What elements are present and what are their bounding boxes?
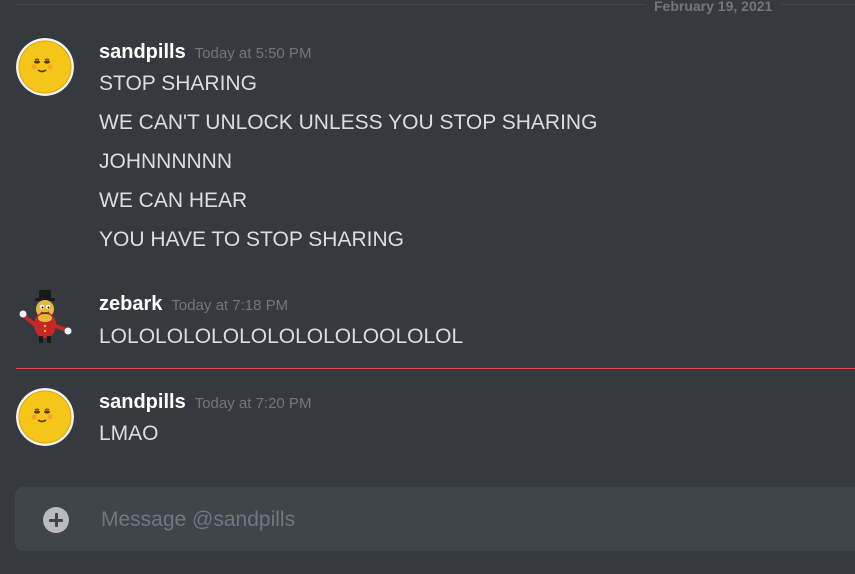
user-avatar[interactable]: [16, 38, 74, 96]
message-composer: [15, 487, 855, 551]
date-divider: February 19, 2021: [16, 0, 855, 14]
message-input[interactable]: [99, 501, 843, 539]
chat-view: February 19, 2021 sandpills Today at 5:50…: [0, 0, 855, 574]
author-name[interactable]: sandpills: [99, 391, 186, 413]
message-text: WE CAN HEAR: [99, 189, 248, 212]
message-timestamp[interactable]: Today at 7:18 PM: [171, 297, 288, 314]
message-text: LMAO: [99, 422, 159, 445]
smiley-moon-avatar-icon: [16, 38, 74, 96]
smiley-moon-avatar-icon: [16, 388, 74, 446]
peanut-character-avatar-icon: [19, 290, 72, 343]
message-author-header: zebark Today at 7:18 PM: [99, 292, 288, 316]
message-author-header: sandpills Today at 7:20 PM: [99, 390, 311, 414]
date-divider-label: February 19, 2021: [646, 0, 781, 14]
user-avatar[interactable]: [16, 288, 74, 346]
author-name[interactable]: zebark: [99, 293, 162, 315]
message-text: LOLOLOLOLOLOLOLOLOLOOLOLOL: [99, 325, 464, 348]
message-timestamp[interactable]: Today at 5:50 PM: [195, 45, 312, 62]
message-text: WE CAN'T UNLOCK UNLESS YOU STOP SHARING: [99, 111, 598, 134]
message-author-header: sandpills Today at 5:50 PM: [99, 40, 311, 64]
message-text: JOHNNNNNN: [99, 150, 232, 173]
user-avatar[interactable]: [16, 388, 74, 446]
plus-circle-icon[interactable]: [43, 507, 69, 533]
new-messages-divider: [16, 368, 855, 369]
message-timestamp[interactable]: Today at 7:20 PM: [195, 395, 312, 412]
message-text: YOU HAVE TO STOP SHARING: [99, 228, 404, 251]
message-text: STOP SHARING: [99, 72, 257, 95]
author-name[interactable]: sandpills: [99, 41, 186, 63]
